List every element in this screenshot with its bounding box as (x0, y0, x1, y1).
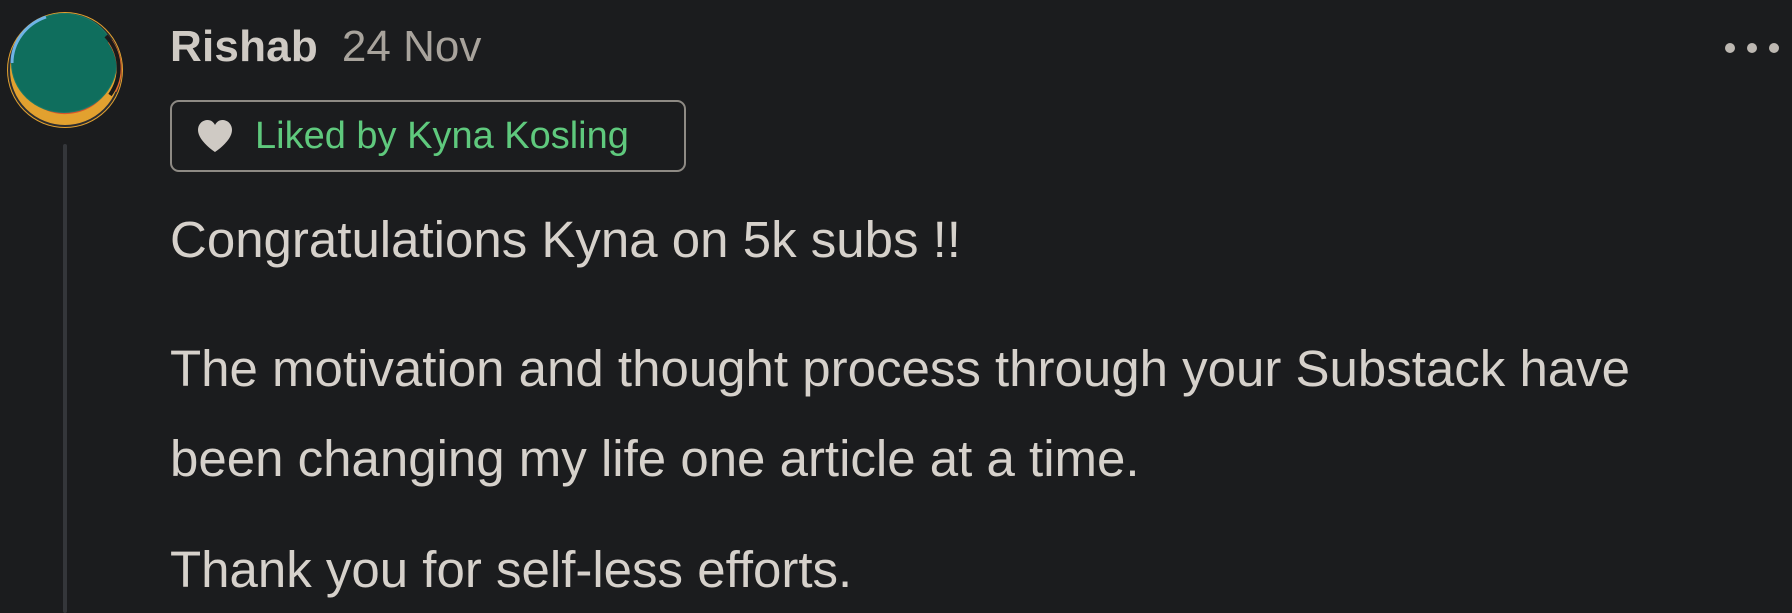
comment-date[interactable]: 24 Nov (342, 22, 481, 72)
paragraph-line: Congratulations Kyna on 5k subs !! (170, 211, 961, 268)
more-options-dot (1747, 43, 1757, 53)
paragraph-line: Thank you for self-less efforts. (170, 541, 853, 598)
thread-line (63, 144, 67, 613)
comment-paragraph: The motivation and thought process throu… (170, 324, 1630, 504)
more-options-button[interactable] (1725, 38, 1779, 58)
comment-header: Rishab 24 Nov (170, 22, 481, 82)
comment-paragraph: Congratulations Kyna on 5k subs !! (170, 207, 961, 272)
more-options-icon (1725, 43, 1735, 53)
comment: Rishab 24 Nov Liked by Kyna Kosling Cong… (0, 0, 1792, 613)
paragraph-line: The motivation and thought process throu… (170, 340, 1631, 397)
heart-icon (198, 120, 232, 152)
comment-paragraph: Thank you for self-less efforts. (170, 537, 852, 602)
paragraph-line: been changing my life one article at a t… (170, 430, 1140, 487)
avatar-image (7, 12, 123, 128)
avatar[interactable] (6, 11, 124, 129)
liked-by-badge: Liked by Kyna Kosling (170, 100, 686, 172)
liked-by-label: Liked by Kyna Kosling (255, 114, 629, 157)
author-name[interactable]: Rishab (170, 22, 318, 72)
more-options-dot (1769, 43, 1779, 53)
